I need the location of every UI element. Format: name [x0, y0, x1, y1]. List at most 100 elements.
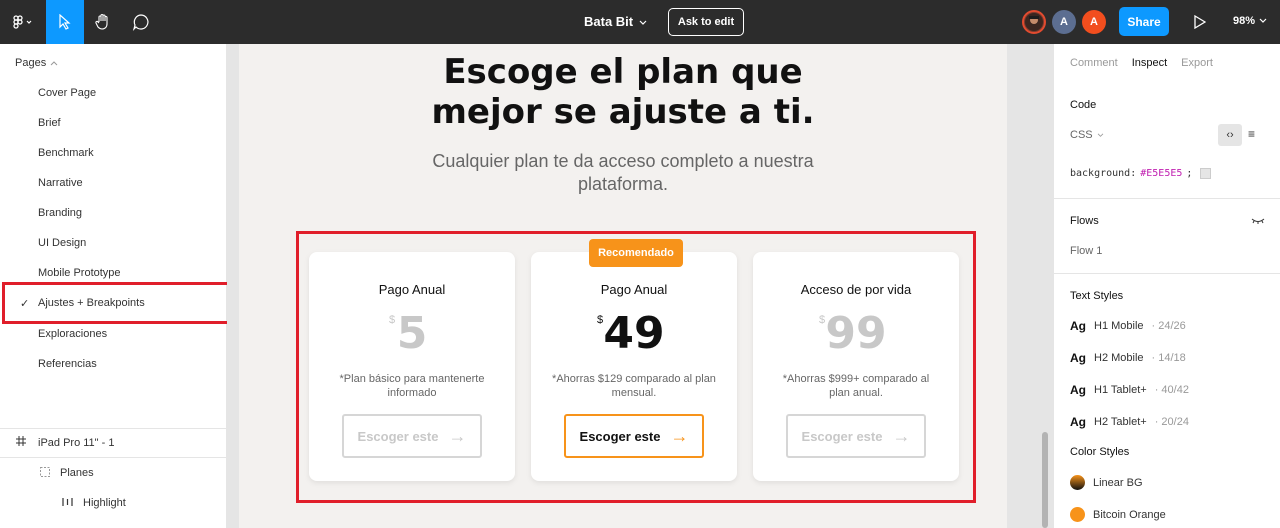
page-label: Referencias [38, 358, 97, 370]
text-style-icon: Ag [1070, 383, 1086, 397]
text-style-name: H1 Tablet+ [1094, 384, 1147, 396]
chevron-down-icon [639, 14, 647, 29]
pages-header[interactable]: Pages [15, 57, 58, 69]
comment-tool-icon[interactable] [122, 0, 160, 44]
page-label: Benchmark [38, 147, 94, 159]
file-name-dropdown[interactable]: Bata Bit [584, 14, 647, 29]
page-label: Branding [38, 207, 83, 219]
text-style-name: H2 Mobile [1094, 352, 1144, 364]
color-style-item[interactable]: Linear BG [1070, 475, 1143, 490]
arrow-right-icon: → [892, 425, 911, 446]
card-title: Pago Anual [378, 282, 446, 297]
text-style-name: H1 Mobile [1094, 320, 1144, 332]
page-label: Exploraciones [38, 328, 108, 340]
chevron-down-icon [1259, 15, 1267, 27]
share-button[interactable]: Share [1119, 7, 1169, 36]
choose-plan-button[interactable]: Escoger este → [786, 414, 926, 458]
text-style-icon: Ag [1070, 319, 1086, 333]
plan-card[interactable]: Pago Anual $ 5 *Plan básico para mantene… [309, 252, 515, 481]
card-description: *Ahorras $129 comparado al plan mensual. [552, 373, 716, 399]
page-title: Escoge el plan que mejor se ajuste a ti. [431, 52, 815, 132]
color-style-item[interactable]: Bitcoin Orange [1070, 507, 1166, 522]
card-title: Pago Anual [600, 282, 668, 297]
layer-item[interactable]: Highlight [0, 488, 226, 518]
code-snippet[interactable]: background: #E5E5E5 ; [1070, 168, 1212, 179]
text-style-item[interactable]: Ag H2 Tablet+ · 20/24 [1070, 415, 1189, 429]
page-item[interactable]: Benchmark [0, 138, 226, 168]
recommended-badge: Recomendado [589, 239, 683, 267]
code-language-dropdown[interactable]: CSS [1070, 129, 1104, 141]
page-item[interactable]: Branding [0, 198, 226, 228]
text-style-meta: · 14/18 [1151, 352, 1186, 364]
page-label: Ajustes + Breakpoints [38, 297, 145, 309]
eye-closed-icon[interactable] [1251, 216, 1265, 228]
page-label: Narrative [38, 177, 83, 189]
ask-to-edit-button[interactable]: Ask to edit [668, 8, 744, 36]
avatar[interactable]: A [1052, 10, 1076, 34]
color-style-swatch [1070, 475, 1085, 490]
list-view-icon[interactable]: ≡ [1248, 127, 1255, 141]
button-label: Escoger este [357, 428, 439, 444]
code-language: CSS [1070, 129, 1093, 141]
card-price: 49 [603, 308, 665, 359]
zoom-dropdown[interactable]: 98% [1233, 15, 1267, 27]
present-icon[interactable] [1190, 12, 1210, 32]
plan-card[interactable]: Acceso de por vida $ 99 *Ahorras $999+ c… [753, 252, 959, 481]
card-price: 99 [825, 308, 887, 359]
color-style-name: Bitcoin Orange [1093, 508, 1166, 521]
plan-card-recommended[interactable]: Pago Anual $ 49 *Ahorras $129 comparado … [531, 252, 737, 481]
page-item[interactable]: Narrative [0, 168, 226, 198]
frame-icon [16, 436, 26, 449]
text-style-item[interactable]: Ag H1 Mobile · 24/26 [1070, 319, 1186, 333]
choose-plan-button[interactable]: Escoger este → [342, 414, 482, 458]
code-value: #E5E5E5 [1140, 168, 1183, 179]
zoom-level: 98% [1233, 15, 1256, 27]
figma-menu-icon[interactable] [0, 0, 46, 44]
page-item[interactable]: Cover Page [0, 78, 226, 108]
code-view-icon[interactable]: ‹› [1218, 124, 1242, 146]
code-semicolon: ; [1186, 168, 1193, 179]
text-style-icon: Ag [1070, 415, 1086, 429]
page-item[interactable]: UI Design [0, 228, 226, 258]
tab-export[interactable]: Export [1181, 57, 1213, 69]
layer-frame[interactable]: iPad Pro 11" - 1 [0, 428, 226, 458]
hand-tool-icon[interactable] [84, 0, 122, 44]
checkmark-icon: ✓ [20, 297, 30, 310]
button-label: Escoger este [579, 428, 661, 444]
artboard-frame[interactable]: Escoge el plan que mejor se ajuste a ti.… [239, 44, 1007, 528]
layer-group[interactable]: Planes [0, 458, 226, 488]
color-styles-label: Color Styles [1070, 446, 1130, 458]
page-label: Mobile Prototype [38, 267, 121, 279]
text-style-icon: Ag [1070, 351, 1086, 365]
canvas-scrollbar[interactable] [1042, 432, 1048, 528]
tab-inspect[interactable]: Inspect [1132, 57, 1167, 69]
text-style-meta: · 24/26 [1151, 320, 1186, 332]
color-style-swatch [1070, 507, 1085, 522]
text-style-name: H2 Tablet+ [1094, 416, 1147, 428]
avatar[interactable]: A [1082, 10, 1106, 34]
move-tool-icon[interactable] [46, 0, 84, 44]
card-description: *Plan básico para mantenerte informado [339, 373, 485, 399]
group-icon [40, 466, 50, 480]
toolbar: Bata Bit Ask to edit A A Share 98% [0, 0, 1280, 44]
divider [1054, 273, 1280, 274]
code-section-label: Code [1070, 99, 1097, 111]
auto-layout-icon [62, 497, 73, 510]
avatar[interactable] [1022, 10, 1046, 34]
text-style-item[interactable]: Ag H1 Tablet+ · 40/42 [1070, 383, 1189, 397]
chevron-up-icon [50, 57, 58, 69]
flows-label: Flows [1070, 215, 1099, 227]
button-label: Escoger este [801, 428, 883, 444]
page-label: Brief [38, 117, 61, 129]
canvas[interactable]: Escoge el plan que mejor se ajuste a ti.… [227, 44, 1053, 528]
inspect-panel: Comment Inspect Export Code CSS ‹› ≡ bac… [1053, 44, 1280, 528]
text-style-item[interactable]: Ag H2 Mobile · 14/18 [1070, 351, 1186, 365]
choose-plan-button[interactable]: Escoger este → [564, 414, 704, 458]
color-swatch [1200, 168, 1212, 179]
page-item[interactable]: Brief [0, 108, 226, 138]
page-item[interactable]: Exploraciones [0, 319, 226, 349]
page-item-active[interactable]: ✓ Ajustes + Breakpoints [2, 282, 233, 324]
page-item[interactable]: Referencias [0, 349, 226, 379]
flow-item[interactable]: Flow 1 [1070, 245, 1102, 257]
tab-comment[interactable]: Comment [1070, 57, 1118, 69]
